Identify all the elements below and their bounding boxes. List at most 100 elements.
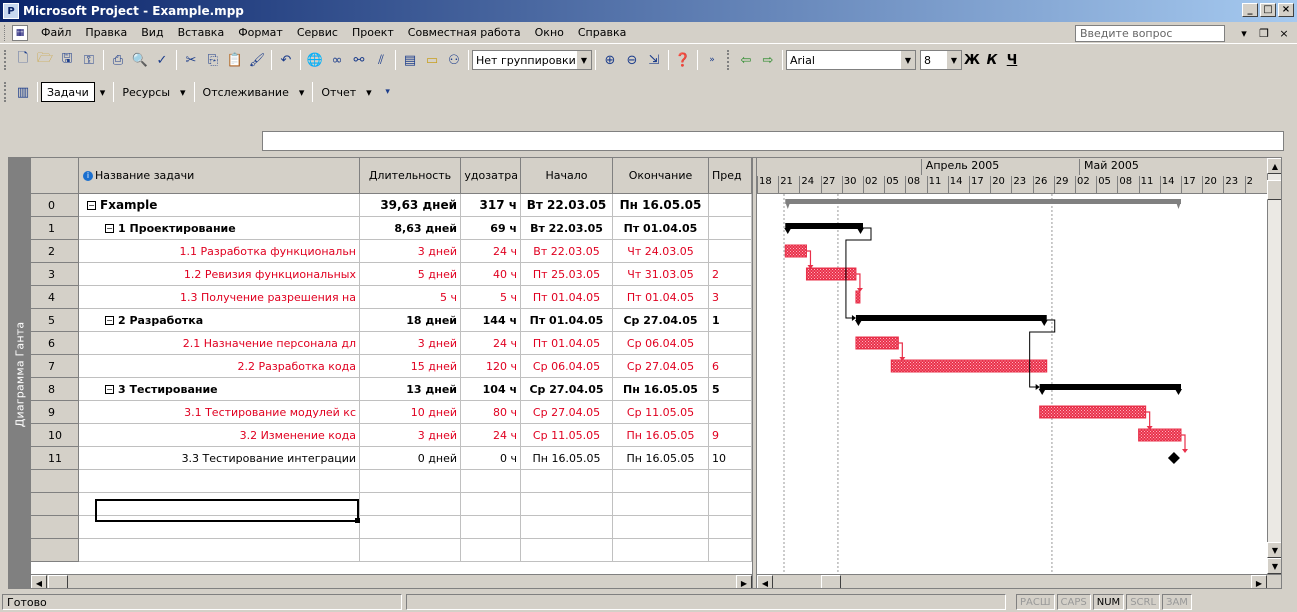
cell-pred[interactable] [709, 332, 752, 355]
cell-id[interactable]: 5 [31, 309, 79, 332]
guide-tracking-dropdown[interactable]: ▾ [294, 82, 310, 102]
zoom-out-icon[interactable]: ⊖ [621, 49, 643, 71]
header-predecessors[interactable]: Пред [709, 158, 752, 194]
cell-pred[interactable] [709, 194, 752, 217]
gantt-scroll-thumb[interactable] [821, 575, 841, 588]
cell-id[interactable]: 7 [31, 355, 79, 378]
cell-duration[interactable]: 10 дней [360, 401, 461, 424]
entry-bar-input[interactable] [262, 131, 1284, 151]
close-doc-icon[interactable]: × [1277, 27, 1291, 40]
zoom-in-icon[interactable]: ⊕ [599, 49, 621, 71]
table-row[interactable]: 4 1.3 Получение разрешения на 5 ч5 ч Пт 01.… [31, 286, 752, 309]
cell-pred[interactable] [709, 401, 752, 424]
menu-edit[interactable]: Правка [78, 24, 134, 42]
menu-project[interactable]: Проект [345, 24, 401, 42]
link-tasks-icon[interactable]: ∞ [326, 49, 348, 71]
cell-id[interactable]: 4 [31, 286, 79, 309]
close-button[interactable]: × [1278, 3, 1294, 17]
cell-pred[interactable] [709, 240, 752, 263]
cell-id[interactable] [31, 493, 79, 516]
spelling-icon[interactable]: ✓ [151, 49, 173, 71]
scroll-down-icon[interactable]: ▼ [1267, 542, 1281, 558]
cell-pred[interactable] [709, 493, 752, 516]
cell-work[interactable]: 69 ч [461, 217, 521, 240]
cell-name[interactable]: 2.1 Назначение персонала дл [79, 332, 360, 355]
cell-name[interactable]: −2 Разработка [79, 309, 360, 332]
cell-finish[interactable] [613, 470, 709, 493]
cell-finish[interactable]: Пт 01.04.05 [613, 217, 709, 240]
selected-cell[interactable] [95, 499, 359, 522]
cell-finish[interactable]: Ср 27.04.05 [613, 355, 709, 378]
document-icon[interactable]: ▦ [12, 24, 28, 41]
cell-work[interactable]: 24 ч [461, 332, 521, 355]
table-row[interactable]: 7 2.2 Разработка кода 15 дней 120 ч Ср 06.04… [31, 355, 752, 378]
collapse-icon[interactable]: − [87, 200, 96, 210]
gantt-hscrollbar[interactable]: ◀ ▶ [757, 574, 1281, 588]
table-row[interactable]: 11 3.3 Тестирование интеграции 0 дней 0 ч Пн… [31, 447, 752, 470]
chevron-down-icon[interactable]: ▼ [900, 51, 915, 69]
permission-icon[interactable]: ⚿ [78, 49, 100, 71]
cell-work[interactable]: 0 ч [461, 447, 521, 470]
ask-question-input[interactable]: Введите вопрос [1075, 24, 1225, 42]
fill-handle[interactable] [355, 518, 360, 523]
cell-finish[interactable] [613, 493, 709, 516]
cell-duration[interactable]: 18 дней [360, 309, 461, 332]
gantt-scroll-right-icon[interactable]: ▶ [1251, 575, 1267, 588]
header-task-name[interactable]: i Название задачи [79, 158, 360, 194]
cell-start[interactable]: Пт 01.04.05 [521, 309, 613, 332]
cell-start[interactable]: Вт 22.03.05 [521, 194, 613, 217]
cell-start[interactable]: Ср 27.04.05 [521, 378, 613, 401]
cell-name[interactable]: 1.1 Разработка функциональн [79, 240, 360, 263]
cell-start[interactable] [521, 470, 613, 493]
guide-toggle-icon[interactable]: ▥ [12, 81, 34, 103]
cell-pred[interactable]: 9 [709, 424, 752, 447]
header-work[interactable]: удозатра [461, 158, 521, 194]
cell-pred[interactable] [709, 516, 752, 539]
cell-finish[interactable]: Чт 31.03.05 [613, 263, 709, 286]
cell-pred[interactable] [709, 217, 752, 240]
maximize-button[interactable]: □ [1260, 3, 1276, 17]
collapse-icon[interactable]: − [105, 223, 114, 233]
cell-id[interactable]: 2 [31, 240, 79, 263]
toolbar-options-icon[interactable]: ▾ [377, 81, 399, 103]
cell-name[interactable] [79, 470, 360, 493]
cell-start[interactable]: Ср 27.04.05 [521, 401, 613, 424]
cell-name[interactable]: −1 Проектирование [79, 217, 360, 240]
minimize-button[interactable]: _ [1242, 3, 1258, 17]
cell-duration[interactable]: 5 ч [360, 286, 461, 309]
table-hscrollbar[interactable]: ◀ ▶ [31, 574, 752, 588]
cell-duration[interactable] [360, 493, 461, 516]
toolbar-options-icon[interactable]: » [701, 49, 723, 71]
scroll-down-icon-2[interactable]: ▼ [1267, 558, 1281, 574]
cell-work[interactable]: 24 ч [461, 424, 521, 447]
cell-start[interactable]: Ср 11.05.05 [521, 424, 613, 447]
cell-work[interactable]: 144 ч [461, 309, 521, 332]
hyperlink-icon[interactable]: 🌐 [304, 49, 326, 71]
cell-id[interactable]: 6 [31, 332, 79, 355]
cell-id[interactable] [31, 470, 79, 493]
cell-name[interactable]: 1.2 Ревизия функциональных [79, 263, 360, 286]
cell-work[interactable] [461, 539, 521, 562]
cell-work[interactable]: 104 ч [461, 378, 521, 401]
cell-finish[interactable]: Ср 27.04.05 [613, 309, 709, 332]
cell-work[interactable] [461, 470, 521, 493]
cell-name[interactable]: − Fxample [79, 194, 360, 217]
indent-icon[interactable]: ⇨ [757, 49, 779, 71]
guide-tasks-dropdown[interactable]: ▾ [95, 82, 111, 102]
cell-work[interactable] [461, 516, 521, 539]
guide-tasks-button[interactable]: Задачи [41, 82, 95, 102]
cell-id[interactable]: 9 [31, 401, 79, 424]
cell-duration[interactable]: 8,63 дней [360, 217, 461, 240]
cell-duration[interactable]: 3 дней [360, 332, 461, 355]
table-row-empty[interactable] [31, 539, 752, 562]
cell-name[interactable]: 3.3 Тестирование интеграции [79, 447, 360, 470]
cell-finish[interactable]: Пн 16.05.05 [613, 447, 709, 470]
view-bar[interactable]: Диаграмма Ганта [9, 158, 31, 588]
bold-button[interactable]: Ж [962, 50, 982, 70]
menu-help[interactable]: Справка [571, 24, 633, 42]
font-select[interactable]: Arial ▼ [786, 50, 916, 70]
cell-work[interactable]: 40 ч [461, 263, 521, 286]
open-icon[interactable]: 🗁 [34, 49, 56, 71]
cell-finish[interactable]: Чт 24.03.05 [613, 240, 709, 263]
font-size-select[interactable]: 8 ▼ [920, 50, 962, 70]
